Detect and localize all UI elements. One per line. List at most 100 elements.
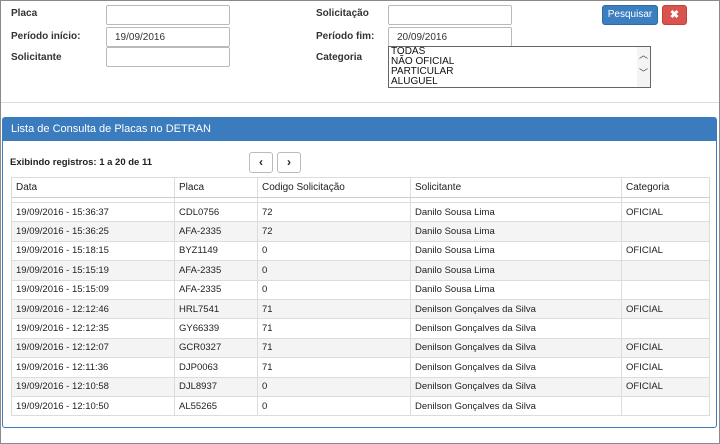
table-cell: Denilson Gonçalves da Silva [410, 318, 622, 339]
table-cell: OFICIAL [621, 240, 710, 262]
close-button[interactable]: ✖ [662, 5, 687, 25]
table-cell: Denilson Gonçalves da Silva [410, 337, 622, 359]
column-header-placa[interactable]: Placa [174, 177, 258, 198]
table-cell: 72 [257, 201, 411, 223]
table-cell: 19/09/2016 - 12:12:07 [11, 337, 175, 359]
table-cell: 19/09/2016 - 15:36:37 [11, 201, 175, 223]
table-row[interactable]: 19/09/2016 - 12:12:35 GY66339 71 Denilson G… [11, 318, 710, 339]
table-cell: Denilson Gonçalves da Silva [410, 357, 622, 378]
column-header-solicitante[interactable]: Solicitante [410, 177, 622, 198]
table-cell: DJL8937 [174, 376, 258, 397]
table-cell: OFICIAL [621, 337, 710, 359]
column-header-data[interactable]: Data [11, 177, 175, 198]
table-header-row: Data Placa Codigo Solicitação Solicitant… [11, 177, 710, 198]
chevron-up-icon[interactable]: ︿ [639, 51, 648, 60]
categoria-listbox[interactable]: TODAS NÃO OFICIAL PARTICULAR ALUGUEL ︿ ﹀ [388, 46, 651, 88]
table-row[interactable]: 19/09/2016 - 15:15:19 AFA-2335 0 Danilo Sou… [11, 260, 710, 281]
table-cell: 19/09/2016 - 12:11:36 [11, 357, 175, 378]
table-cell: GY66339 [174, 318, 258, 339]
table-cell [621, 318, 710, 339]
table-cell: AL55265 [174, 395, 258, 417]
table-cell: 0 [257, 395, 411, 417]
table-cell: Denilson Gonçalves da Silva [410, 395, 622, 417]
periodo-inicio-label: Período início: [11, 31, 81, 42]
divider [1, 102, 719, 103]
table-cell: HRL7541 [174, 298, 258, 320]
panel-title: Lista de Consulta de Placas no DETRAN [3, 118, 716, 141]
table-cell: 71 [257, 298, 411, 320]
table-row[interactable]: 19/09/2016 - 15:18:15 BYZ1149 0 Danilo Sous… [11, 240, 710, 262]
records-info: Exibindo registros: 1 a 20 de 11 [10, 157, 153, 168]
table-cell: CDL0756 [174, 201, 258, 223]
table-cell: Danilo Sousa Lima [410, 260, 622, 281]
table-cell: Danilo Sousa Lima [410, 201, 622, 223]
table-cell: 19/09/2016 - 12:10:58 [11, 376, 175, 397]
table-cell: 19/09/2016 - 12:12:35 [11, 318, 175, 339]
chevron-right-icon: › [287, 155, 291, 169]
periodo-fim-input[interactable] [388, 27, 512, 47]
table-cell: Denilson Gonçalves da Silva [410, 298, 622, 320]
solicitante-input[interactable] [106, 47, 230, 67]
periodo-inicio-input[interactable] [106, 27, 230, 47]
table-row[interactable]: 19/09/2016 - 15:36:25 AFA-2335 72 Danilo So… [11, 221, 710, 242]
search-button[interactable]: Pesquisar [602, 5, 658, 25]
placa-label: Placa [11, 8, 38, 19]
table-cell: AFA-2335 [174, 221, 258, 242]
table-row[interactable]: 19/09/2016 - 12:10:58 DJL8937 0 Denilson Go… [11, 376, 710, 397]
table-cell: OFICIAL [621, 298, 710, 320]
table-cell: 19/09/2016 - 15:15:19 [11, 260, 175, 281]
table-cell: 19/09/2016 - 12:10:50 [11, 395, 175, 417]
solicitacao-label: Solicitação [316, 8, 369, 19]
table-cell: GCR0327 [174, 337, 258, 359]
table-cell: 0 [257, 376, 411, 397]
table-cell: 71 [257, 318, 411, 339]
table-row[interactable]: 19/09/2016 - 12:10:50 AL55265 0 Denilson Go… [11, 395, 710, 417]
table-cell: OFICIAL [621, 201, 710, 223]
table-cell [621, 221, 710, 242]
categoria-label: Categoria [316, 52, 363, 63]
table-cell: Danilo Sousa Lima [410, 279, 622, 300]
table-cell: 0 [257, 260, 411, 281]
table-row[interactable]: 19/09/2016 - 15:15:09 AFA-2335 0 Danilo Sou… [11, 279, 710, 300]
placa-input[interactable] [106, 5, 230, 25]
table-cell: 71 [257, 357, 411, 378]
table-cell [621, 395, 710, 417]
table-cell: OFICIAL [621, 376, 710, 397]
table-cell: 19/09/2016 - 15:15:09 [11, 279, 175, 300]
table-cell: AFA-2335 [174, 260, 258, 281]
table-cell: 0 [257, 240, 411, 262]
table-cell [621, 279, 710, 300]
table-row[interactable]: 19/09/2016 - 12:12:07 GCR0327 71 Denilson G… [11, 337, 710, 359]
column-header-categoria[interactable]: Categoria [621, 177, 710, 198]
table-cell: DJP0063 [174, 357, 258, 378]
periodo-fim-label: Período fim: [316, 31, 375, 42]
table-cell: OFICIAL [621, 357, 710, 378]
table-row[interactable]: 19/09/2016 - 15:36:37 CDL0756 72 Danilo Sou… [11, 201, 710, 223]
table-cell: Danilo Sousa Lima [410, 221, 622, 242]
table-cell [621, 260, 710, 281]
table-cell: Danilo Sousa Lima [410, 240, 622, 262]
table-row[interactable]: 19/09/2016 - 12:12:46 HRL7541 71 Denilson G… [11, 298, 710, 320]
prev-page-button[interactable]: ‹ [249, 152, 273, 173]
table-cell: BYZ1149 [174, 240, 258, 262]
search-form: Placa Período início: Solicitante Solici… [0, 0, 720, 92]
categoria-option[interactable]: ALUGUEL [389, 77, 650, 87]
close-icon: ✖ [669, 9, 680, 21]
table-row[interactable]: 19/09/2016 - 12:11:36 DJP0063 71 Denilson G… [11, 357, 710, 378]
table-cell: Denilson Gonçalves da Silva [410, 376, 622, 397]
table-cell: 71 [257, 337, 411, 359]
table-cell: 19/09/2016 - 12:12:46 [11, 298, 175, 320]
column-header-codigo[interactable]: Codigo Solicitação [257, 177, 411, 198]
table-cell: 19/09/2016 - 15:18:15 [11, 240, 175, 262]
table-cell: AFA-2335 [174, 279, 258, 300]
listbox-scrollbar[interactable]: ︿ ﹀ [637, 47, 650, 87]
chevron-left-icon: ‹ [259, 155, 263, 169]
next-page-button[interactable]: › [277, 152, 301, 173]
table-cell: 72 [257, 221, 411, 242]
solicitacao-input[interactable] [388, 5, 512, 25]
chevron-down-icon[interactable]: ﹀ [639, 69, 648, 78]
results-table: Data Placa Codigo Solicitação Solicitant… [11, 177, 710, 417]
solicitante-label: Solicitante [11, 52, 62, 63]
table-cell: 0 [257, 279, 411, 300]
table-cell: 19/09/2016 - 15:36:25 [11, 221, 175, 242]
